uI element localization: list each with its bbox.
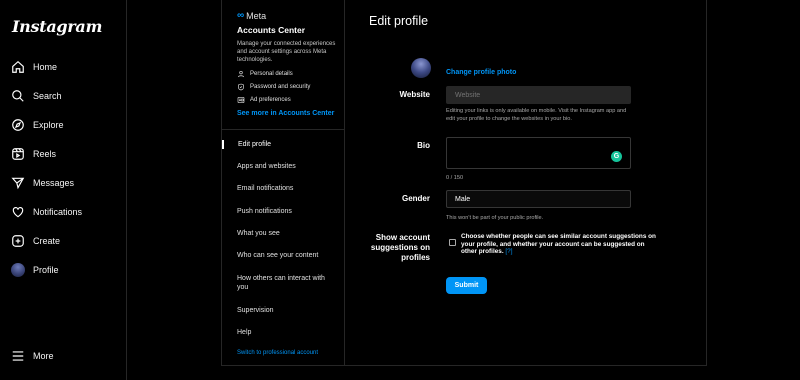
- website-label: Website: [399, 90, 430, 99]
- nav-label: Create: [33, 236, 61, 246]
- nav-item-explore[interactable]: Explore: [11, 114, 64, 136]
- edit-profile-panel: Edit profile Change profile photo Websit…: [345, 0, 707, 366]
- personal-details-link[interactable]: Personal details: [237, 68, 293, 80]
- nav-item-reels[interactable]: Reels: [11, 143, 56, 165]
- nav-item-notifications[interactable]: Notifications: [11, 201, 82, 223]
- instagram-logo[interactable]: Instagram: [12, 17, 102, 36]
- website-field[interactable]: Website: [446, 86, 631, 104]
- nav-label: Profile: [33, 265, 59, 275]
- hamburger-menu-icon: [12, 351, 24, 361]
- see-more-accounts-center-link[interactable]: See more in Accounts Center: [237, 110, 334, 117]
- meta-infinity-icon: ∞: [237, 10, 245, 21]
- nav-item-home[interactable]: Home: [11, 56, 57, 78]
- settings-item-push-notifications[interactable]: Push notifications: [222, 207, 345, 216]
- link-label: Personal details: [250, 71, 293, 77]
- settings-item-apps-websites[interactable]: Apps and websites: [222, 162, 345, 171]
- password-security-link[interactable]: Password and security: [237, 81, 310, 93]
- settings-item-what-you-see[interactable]: What you see: [222, 229, 345, 238]
- accounts-center-card[interactable]: ∞ Meta Accounts Center Manage your conne…: [222, 0, 345, 130]
- gender-hint: This won't be part of your public profil…: [446, 215, 544, 221]
- settings-item-how-others-interact[interactable]: How others can interact with you: [222, 274, 332, 292]
- page-title: Edit profile: [369, 14, 429, 28]
- gender-label: Gender: [401, 194, 430, 203]
- switch-professional-link[interactable]: Switch to professional account: [237, 350, 318, 356]
- suggestions-checkbox[interactable]: [449, 239, 456, 246]
- avatar[interactable]: [411, 58, 431, 78]
- ad-preferences-link[interactable]: Ad preferences: [237, 94, 291, 106]
- messages-icon: [11, 177, 25, 190]
- avatar: [11, 263, 25, 277]
- suggestions-help-link[interactable]: [?]: [505, 248, 512, 255]
- settings-item-edit-profile[interactable]: Edit profile: [222, 140, 345, 149]
- meta-logo: ∞ Meta: [237, 10, 266, 21]
- grammarly-icon[interactable]: G: [611, 151, 622, 162]
- nav-label: Search: [33, 91, 62, 101]
- change-profile-photo-link[interactable]: Change profile photo: [446, 69, 516, 76]
- nav-item-profile[interactable]: Profile: [11, 259, 59, 281]
- nav-label: Messages: [33, 178, 75, 188]
- suggestions-description: Choose whether people can see similar ac…: [461, 233, 661, 256]
- footer-links: [240, 376, 710, 380]
- link-label: Password and security: [250, 84, 311, 90]
- nav-item-messages[interactable]: Messages: [11, 172, 74, 194]
- gender-field[interactable]: Male: [446, 190, 631, 208]
- reels-icon: [12, 148, 24, 160]
- bio-char-count: 0 / 150: [446, 175, 464, 181]
- settings-item-supervision[interactable]: Supervision: [222, 306, 345, 315]
- meta-brand: Meta: [246, 10, 267, 21]
- accounts-center-title: Accounts Center: [237, 25, 306, 35]
- home-icon: [12, 60, 24, 73]
- settings-item-email-notifications[interactable]: Email notifications: [222, 184, 345, 193]
- settings-item-who-can-see-content[interactable]: Who can see your content: [222, 251, 345, 260]
- nav-item-create[interactable]: Create: [11, 230, 60, 252]
- nav-label: Home: [33, 62, 58, 72]
- nav-label: Explore: [33, 120, 64, 130]
- nav-label: Reels: [33, 149, 57, 159]
- suggestions-label: Show account suggestions on profiles: [370, 233, 430, 262]
- nav-label: Notifications: [33, 207, 83, 217]
- left-navigation: Instagram Home Search Explore Reels Mess…: [0, 0, 127, 380]
- settings-sidebar: ∞ Meta Accounts Center Manage your conne…: [221, 0, 345, 366]
- heart-icon: [12, 207, 24, 218]
- link-label: Ad preferences: [250, 97, 291, 103]
- nav-item-search[interactable]: Search: [11, 85, 62, 107]
- website-hint: Editing your links is only available on …: [446, 108, 627, 122]
- shield-icon: [238, 83, 244, 91]
- bio-label: Bio: [417, 141, 430, 150]
- accounts-center-description: Manage your connected experiences and ac…: [237, 41, 336, 63]
- bio-field[interactable]: G: [446, 137, 631, 169]
- compass-icon: [12, 119, 24, 131]
- plus-square-icon: [12, 235, 24, 247]
- person-icon: [238, 71, 244, 78]
- nav-label: More: [33, 351, 54, 361]
- nav-item-more[interactable]: More: [11, 345, 54, 367]
- ad-icon: [237, 97, 245, 103]
- suggestions-text: Choose whether people can see similar ac…: [461, 233, 656, 255]
- search-icon: [12, 90, 24, 102]
- submit-button[interactable]: Submit: [446, 277, 487, 294]
- settings-item-help[interactable]: Help: [222, 328, 345, 337]
